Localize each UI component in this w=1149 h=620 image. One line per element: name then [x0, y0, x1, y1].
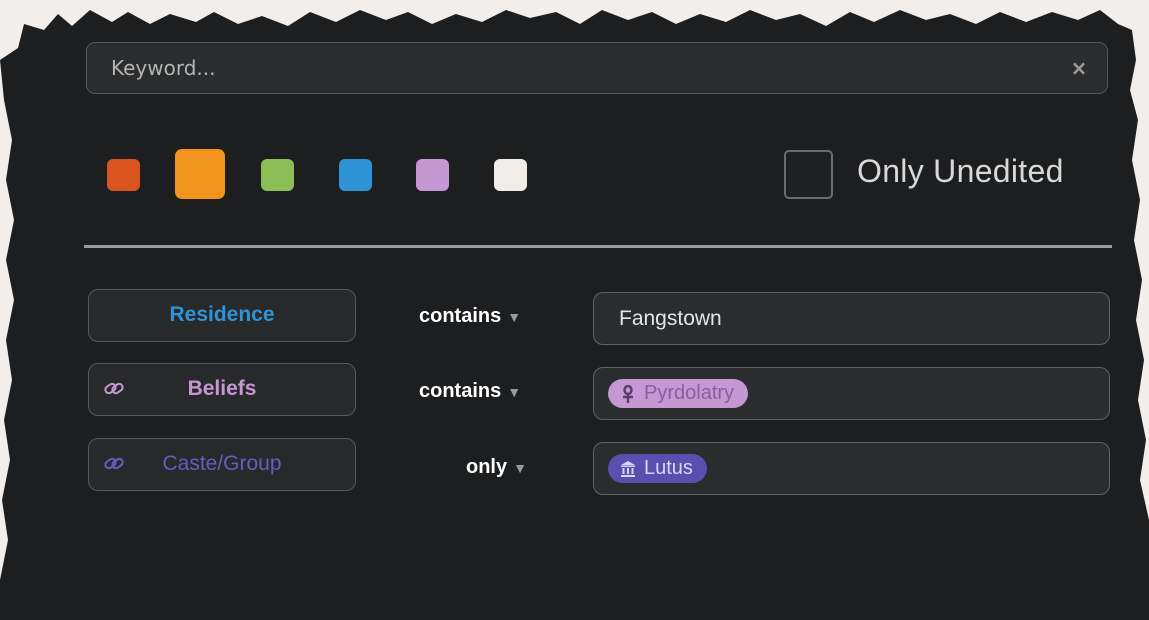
field-label: Beliefs	[187, 377, 257, 400]
color-swatch-white[interactable]	[494, 159, 527, 191]
value-text: Fangstown	[619, 307, 722, 330]
only-unedited-label: Only Unedited	[857, 153, 1064, 189]
field-label: Residence	[169, 303, 275, 326]
operator-label: contains	[419, 380, 502, 402]
divider	[84, 245, 1112, 248]
operator-dropdown[interactable]: contains ▼	[419, 305, 521, 328]
value-input-caste-group[interactable]: Lutus	[593, 442, 1110, 495]
tag-label: Lutus	[644, 457, 693, 479]
bank-icon	[621, 460, 635, 477]
color-swatch-purple[interactable]	[416, 159, 449, 191]
field-button-beliefs[interactable]: Beliefs	[88, 363, 356, 416]
tag-pyrdolatry[interactable]: Pyrdolatry	[608, 379, 749, 408]
operator-label: only	[466, 456, 508, 478]
keyword-search-box: ×	[86, 42, 1108, 94]
ankh-icon	[623, 384, 633, 403]
color-swatch-orange[interactable]	[175, 149, 225, 199]
value-input-residence[interactable]: Fangstown	[593, 292, 1110, 345]
caret-down-icon: ▼	[507, 384, 522, 400]
color-swatch-blue[interactable]	[339, 159, 372, 191]
tag-lutus[interactable]: Lutus	[608, 454, 707, 483]
caret-down-icon: ▼	[507, 309, 522, 325]
operator-dropdown[interactable]: only ▼	[466, 456, 527, 479]
caret-down-icon: ▼	[513, 460, 527, 476]
close-icon[interactable]: ×	[1069, 57, 1089, 79]
operator-label: contains	[419, 305, 502, 327]
field-button-caste-group[interactable]: Caste/Group	[88, 438, 356, 491]
tag-label: Pyrdolatry	[644, 382, 735, 404]
color-swatch-red[interactable]	[107, 159, 140, 191]
only-unedited-checkbox[interactable]	[784, 150, 833, 199]
keyword-input[interactable]	[87, 43, 1107, 93]
filter-panel: × Only Unedited Residence contains ▼ Fang…	[0, 0, 1149, 620]
field-button-residence[interactable]: Residence	[88, 289, 356, 342]
color-swatch-green[interactable]	[261, 159, 294, 191]
value-input-beliefs[interactable]: Pyrdolatry	[593, 367, 1110, 420]
field-label: Caste/Group	[162, 452, 282, 475]
operator-dropdown[interactable]: contains ▼	[419, 380, 521, 403]
